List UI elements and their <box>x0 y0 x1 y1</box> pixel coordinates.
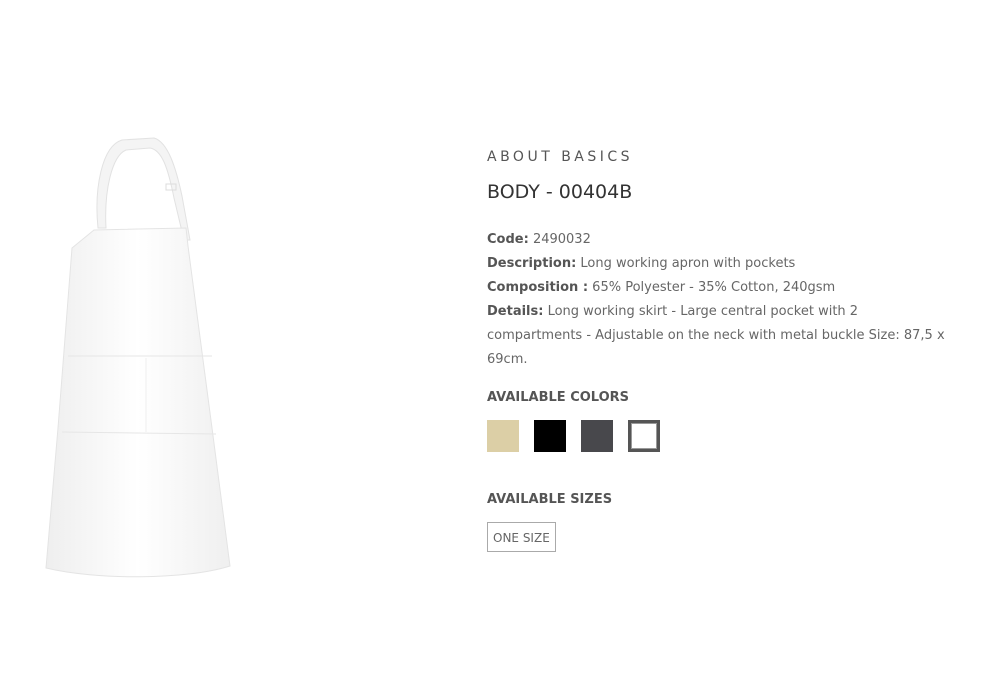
color-swatches <box>487 420 957 452</box>
spec-description-label: Description: <box>487 256 577 271</box>
size-option-one-size[interactable]: ONE SIZE <box>487 522 556 552</box>
color-swatch-beige[interactable] <box>487 420 519 452</box>
available-colors-heading: AVAILABLE COLORS <box>487 390 630 405</box>
spec-composition: Composition : 65% Polyester - 35% Cotton… <box>487 276 957 300</box>
spec-code-value: 2490032 <box>532 232 591 247</box>
spec-composition-value: 65% Polyester - 35% Cotton, 240gsm <box>592 280 836 295</box>
product-info: ABOUT BASICS BODY - 00404B Code: 2490032… <box>487 148 957 552</box>
spec-description-value: Long working apron with pockets <box>580 256 796 271</box>
spec-description: Description: Long working apron with poc… <box>487 252 957 276</box>
spec-composition-label: Composition : <box>487 280 589 295</box>
apron-product-image <box>45 137 231 578</box>
color-swatch-black[interactable] <box>534 420 566 452</box>
color-swatch-dark-grey[interactable] <box>581 420 613 452</box>
spec-details-value: Long working skirt - Large central pocke… <box>487 304 945 367</box>
color-swatch-white[interactable] <box>628 420 660 452</box>
product-title: BODY - 00404B <box>487 181 633 203</box>
spec-code-label: Code: <box>487 232 529 247</box>
spec-details-label: Details: <box>487 304 544 319</box>
available-sizes-heading: AVAILABLE SIZES <box>487 492 613 507</box>
spec-details: Details: Long working skirt - Large cent… <box>487 300 957 372</box>
brand-name: ABOUT BASICS <box>487 149 634 165</box>
product-specs: Code: 2490032 Description: Long working … <box>487 228 957 372</box>
spec-code: Code: 2490032 <box>487 228 957 252</box>
